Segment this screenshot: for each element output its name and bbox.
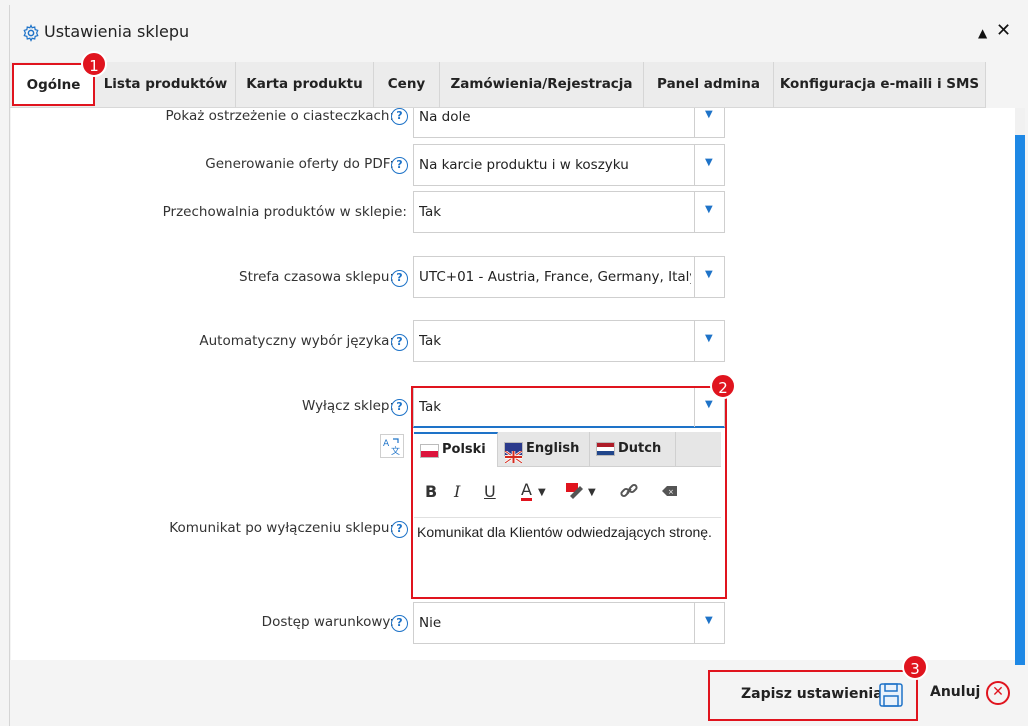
close-icon[interactable]: ✕ [996, 20, 1011, 41]
dropdown-arrow[interactable]: ▼ [694, 603, 724, 643]
chevron-down-icon: ▼ [705, 204, 713, 215]
row-label-conditional-access: Dostęp warunkowy: [261, 614, 394, 630]
select-value: Na dole [419, 109, 471, 125]
row-label-timezone: Strefa czasowa sklepu: [239, 269, 394, 285]
chevron-down-icon: ▼ [705, 157, 713, 168]
tab-konfiguracja-emaili-sms[interactable]: Konfiguracja e-maili i SMS [774, 62, 986, 108]
select-value: Na karcie produktu i w koszyku [419, 157, 629, 173]
dropdown-arrow[interactable]: ▼ [694, 108, 724, 137]
settings-tabs: Ogólne Lista produktów Karta produktu Ce… [10, 62, 986, 108]
save-label: Zapisz ustawienia [741, 686, 883, 702]
chevron-down-icon: ▼ [705, 269, 713, 280]
tab-panel-admina[interactable]: Panel admina [644, 62, 774, 108]
settings-dialog: Ustawienia sklepu ▲ ✕ Ogólne Lista produ… [0, 0, 1028, 726]
cancel-icon: ✕ [986, 681, 1010, 705]
select-value: UTC+01 - Austria, France, Germany, Italy… [419, 269, 691, 285]
cancel-label: Anuluj [930, 684, 981, 700]
tab-karta-produktu[interactable]: Karta produktu [236, 62, 374, 108]
select-value: Nie [419, 615, 442, 631]
save-settings-button[interactable]: Zapisz ustawienia [708, 670, 918, 721]
translate-button[interactable]: A 文 [380, 434, 404, 458]
select-value: Tak [419, 204, 442, 220]
select-value: Tak [419, 333, 442, 349]
dialog-titlebar: Ustawienia sklepu ▲ ✕ [10, 8, 1028, 56]
svg-text:A: A [383, 439, 390, 449]
step-badge-3: 3 [902, 654, 928, 680]
chevron-down-icon: ▼ [705, 615, 713, 626]
dialog-title: Ustawienia sklepu [44, 22, 190, 41]
pdf-offer-select[interactable]: Na karcie produktu i w koszyku ▼ [413, 144, 725, 186]
help-icon[interactable]: ? [391, 615, 408, 632]
row-label-disabled-message: Komunikat po wyłączeniu sklepu: [169, 520, 394, 536]
dropdown-arrow[interactable]: ▼ [694, 257, 724, 297]
tab-ceny[interactable]: Ceny [374, 62, 440, 108]
help-icon[interactable]: ? [391, 157, 408, 174]
tab-lista-produktow[interactable]: Lista produktów [96, 62, 236, 108]
step-badge-2: 2 [710, 373, 736, 399]
help-icon[interactable]: ? [391, 270, 408, 287]
scrollbar[interactable] [1015, 108, 1025, 665]
timezone-select[interactable]: UTC+01 - Austria, France, Germany, Italy… [413, 256, 725, 298]
chevron-down-icon: ▼ [705, 109, 713, 120]
floppy-disk-icon [879, 683, 903, 707]
dropdown-arrow[interactable]: ▼ [694, 192, 724, 232]
row-label-auto-language: Automatyczny wybór języka: [199, 333, 394, 349]
product-storage-select[interactable]: Tak ▼ [413, 191, 725, 233]
conditional-access-select[interactable]: Nie ▼ [413, 602, 725, 644]
highlight-frame [411, 386, 727, 599]
chevron-down-icon: ▼ [705, 333, 713, 344]
help-icon[interactable]: ? [391, 108, 408, 125]
triangle-up-icon[interactable]: ▲ [978, 26, 987, 40]
settings-content: Pokaż ostrzeżenie o ciasteczkach: ? Na d… [11, 108, 1015, 660]
translate-icon: A 文 [383, 438, 400, 457]
row-label-cookie-warning: Pokaż ostrzeżenie o ciasteczkach: [165, 108, 395, 124]
tab-zamowienia-rejestracja[interactable]: Zamówienia/Rejestracja [440, 62, 644, 108]
help-icon[interactable]: ? [391, 521, 408, 538]
cookie-warning-select[interactable]: Na dole ▼ [413, 108, 725, 138]
help-icon[interactable]: ? [391, 399, 408, 416]
step-badge-1: 1 [81, 51, 107, 77]
auto-language-select[interactable]: Tak ▼ [413, 320, 725, 362]
gear-icon [23, 24, 39, 42]
dropdown-arrow[interactable]: ▼ [694, 145, 724, 185]
row-label-product-storage: Przechowalnia produktów w sklepie: [162, 204, 407, 220]
help-icon[interactable]: ? [391, 334, 408, 351]
row-label-disable-shop: Wyłącz sklep: [301, 398, 394, 414]
svg-text:文: 文 [391, 445, 400, 457]
dropdown-arrow[interactable]: ▼ [694, 321, 724, 361]
row-label-pdf-offer: Generowanie oferty do PDF: [205, 156, 394, 172]
scrollbar-thumb[interactable] [1015, 135, 1025, 665]
